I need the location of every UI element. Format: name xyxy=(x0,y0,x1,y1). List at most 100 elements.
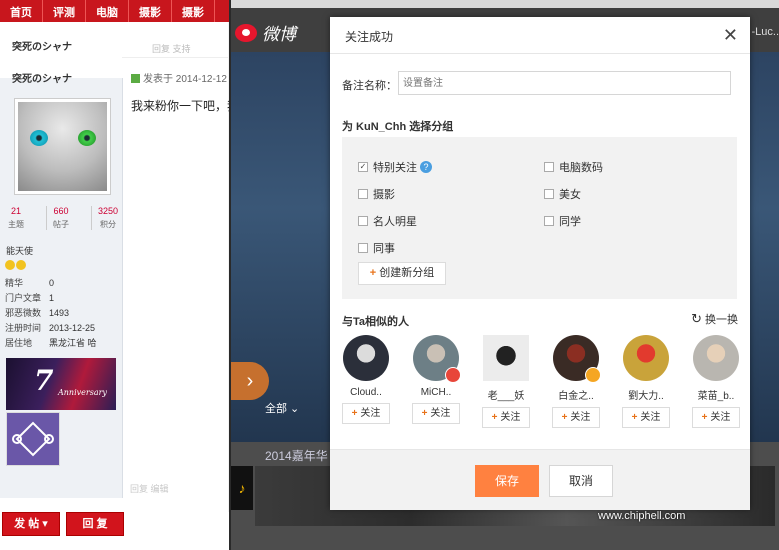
weibo-user-name[interactable]: -Luc.. xyxy=(751,26,779,38)
follow-button[interactable]: + 关注 xyxy=(552,407,600,428)
similar-person[interactable]: 劉大力.. + 关注 xyxy=(617,335,675,428)
stat-points[interactable]: 3250 积分 xyxy=(90,206,118,230)
checkbox-checked[interactable]: ✓ xyxy=(358,162,368,172)
follow-button[interactable]: + 关注 xyxy=(622,407,670,428)
post-content: 我来粉你一下吧，我 xyxy=(131,99,240,113)
info-value: 1 xyxy=(49,293,55,303)
avatar[interactable] xyxy=(14,98,111,195)
follow-button[interactable]: + 关注 xyxy=(412,403,460,424)
person-name[interactable]: 菜苗_b.. xyxy=(687,387,745,402)
remark-input[interactable] xyxy=(398,71,731,95)
group-section-title: 为 KuN_Chh 选择分组 xyxy=(342,121,454,133)
person-name[interactable]: 劉大力.. xyxy=(617,387,675,402)
avatar[interactable] xyxy=(343,335,389,381)
person-name[interactable]: 白金之.. xyxy=(547,387,605,402)
group-checkbox-colleague[interactable]: 同事 xyxy=(358,240,395,256)
cancel-button[interactable]: 取消 xyxy=(549,465,613,497)
verified-badge-icon xyxy=(445,367,461,383)
group-checkbox-special[interactable]: ✓ 特别关注? xyxy=(358,159,432,175)
follow-label: 关注 xyxy=(360,408,381,419)
expand-arrow-button[interactable]: › xyxy=(231,362,269,400)
person-name[interactable]: Cloud.. xyxy=(337,387,395,398)
plus-icon: + xyxy=(491,412,498,423)
verified-badge-icon xyxy=(585,367,601,383)
stat-topics-label: 主题 xyxy=(8,220,24,229)
site-watermark: www.chiphell.com xyxy=(598,510,686,522)
person-name[interactable]: MiCH.. xyxy=(407,387,465,398)
checkbox[interactable] xyxy=(358,189,368,199)
avatar[interactable] xyxy=(553,335,601,383)
follow-label: 关注 xyxy=(640,412,661,423)
similar-people-title: 与Ta相似的人 xyxy=(342,316,410,328)
nav-home[interactable]: 首页 xyxy=(0,0,43,22)
cat-eye-left xyxy=(30,130,48,146)
plus-icon: + xyxy=(369,267,377,279)
group-label: 同事 xyxy=(373,243,395,255)
checkbox[interactable] xyxy=(544,162,554,172)
forum-post-area: 回复 支持 突死のシャナ 突死のシャナ 21 主题 660 帖子 3250 积分… xyxy=(0,22,239,512)
nav-photo-2[interactable]: 摄影 xyxy=(172,0,215,22)
checkbox[interactable] xyxy=(358,243,368,253)
plus-icon: + xyxy=(561,412,568,423)
group-checkbox-celebrity[interactable]: 名人明星 xyxy=(358,213,417,229)
nav-review[interactable]: 评测 xyxy=(43,0,86,22)
stat-posts[interactable]: 660 帖子 xyxy=(45,206,69,230)
similar-person[interactable]: 白金之.. + 关注 xyxy=(547,335,605,428)
similar-person[interactable]: MiCH.. + 关注 xyxy=(407,335,465,424)
stat-points-num: 3250 xyxy=(97,206,118,216)
dialog-footer: 保存 取消 xyxy=(330,449,750,510)
anniversary-number: 7 xyxy=(34,364,54,397)
post-top-actions[interactable]: 回复 支持 xyxy=(122,40,228,58)
reply-button[interactable]: 回 复 xyxy=(66,512,124,536)
medal-icon[interactable] xyxy=(6,412,60,466)
help-icon[interactable]: ? xyxy=(420,161,432,173)
music-icon[interactable]: ♪ xyxy=(231,466,253,510)
plus-icon: + xyxy=(701,412,708,423)
weibo-top-strip xyxy=(231,0,779,8)
group-label: 摄影 xyxy=(373,189,395,201)
username-label[interactable]: 突死のシャナ xyxy=(12,70,72,85)
similar-person[interactable]: 菜苗_b.. + 关注 xyxy=(687,335,745,428)
group-checkbox-beauty[interactable]: 美女 xyxy=(544,186,581,202)
follow-button[interactable]: + 关注 xyxy=(342,403,390,424)
avatar[interactable] xyxy=(693,335,739,381)
group-label: 特别关注 xyxy=(373,162,417,174)
username[interactable]: 突死のシャナ xyxy=(12,38,72,53)
stat-topics[interactable]: 21 主题 xyxy=(8,206,24,230)
avatar[interactable] xyxy=(483,335,529,381)
group-checkbox-photo[interactable]: 摄影 xyxy=(358,186,395,202)
checkbox[interactable] xyxy=(358,216,368,226)
info-row: 精华 0 xyxy=(5,276,97,291)
group-label: 美女 xyxy=(559,189,581,201)
follow-button[interactable]: + 关注 xyxy=(692,407,740,428)
nav-computer[interactable]: 电脑 xyxy=(86,0,129,22)
info-value: 1493 xyxy=(49,308,70,318)
post-footer-actions[interactable]: 回复 编辑 xyxy=(130,482,169,495)
weibo-logo[interactable]: 微博 xyxy=(235,20,296,45)
group-checkbox-digital[interactable]: 电脑数码 xyxy=(544,159,603,175)
person-name[interactable]: 老___妖 xyxy=(477,387,535,402)
new-post-button[interactable]: 发 帖 ▾ xyxy=(2,512,60,536)
checkbox[interactable] xyxy=(544,216,554,226)
filter-all-tab[interactable]: 全部 ⌄ xyxy=(265,400,299,416)
refresh-icon: ↻ xyxy=(691,311,702,326)
similar-person[interactable]: 老___妖 + 关注 xyxy=(477,335,535,428)
refresh-button[interactable]: ↻ 换一换 xyxy=(691,311,738,327)
close-icon[interactable]: ✕ xyxy=(723,25,738,46)
similar-person[interactable]: Cloud.. + 关注 xyxy=(337,335,395,424)
avatar[interactable] xyxy=(413,335,461,383)
info-row: 注册时间 2013-12-25 xyxy=(5,321,97,336)
save-button[interactable]: 保存 xyxy=(475,465,539,497)
avatar[interactable] xyxy=(623,335,669,381)
dialog-divider xyxy=(330,53,750,54)
checkbox[interactable] xyxy=(544,189,554,199)
group-checkbox-classmate[interactable]: 同学 xyxy=(544,213,581,229)
create-group-button[interactable]: + 创建新分组 xyxy=(358,262,446,285)
follow-success-dialog: 关注成功 ✕ 备注名称： 为 KuN_Chh 选择分组 ✓ 特别关注? 电脑数码 … xyxy=(330,17,750,510)
stat-topics-num: 21 xyxy=(10,206,21,216)
info-value: 黑龙江省 哈 xyxy=(49,338,97,348)
info-value: 2013-12-25 xyxy=(49,323,96,333)
smiley-icon xyxy=(5,260,15,270)
follow-button[interactable]: + 关注 xyxy=(482,407,530,428)
nav-photo[interactable]: 摄影 xyxy=(129,0,172,22)
